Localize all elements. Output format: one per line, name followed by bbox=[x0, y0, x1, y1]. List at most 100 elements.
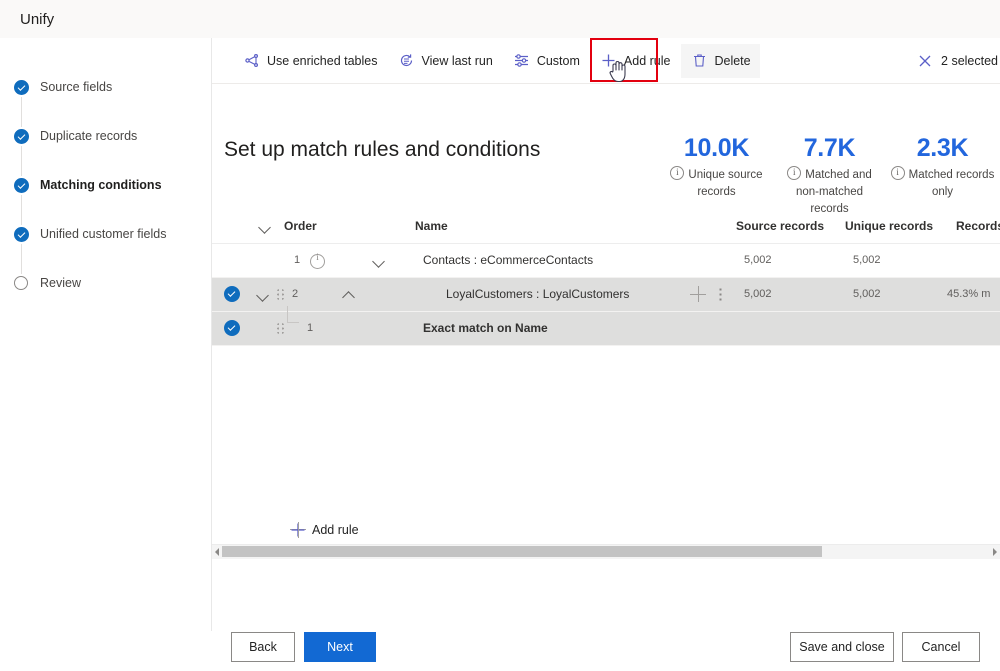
tree-branch-line bbox=[287, 306, 299, 323]
column-header-order[interactable]: Order bbox=[284, 219, 317, 233]
delete-button[interactable]: Delete bbox=[681, 43, 760, 78]
view-last-run-button[interactable]: View last run bbox=[388, 44, 501, 78]
column-header-unique-records[interactable]: Unique records bbox=[845, 219, 933, 233]
row-unique-records: 5,002 bbox=[853, 254, 881, 266]
selection-count[interactable]: 2 selected bbox=[916, 38, 1000, 83]
next-button[interactable]: Next bbox=[304, 632, 376, 662]
move-up-chevron-icon[interactable] bbox=[342, 288, 356, 302]
row-name: LoyalCustomers : LoyalCustomers bbox=[446, 287, 630, 301]
kpi-value: 10.0K bbox=[683, 134, 750, 162]
step-complete-icon bbox=[14, 80, 29, 95]
row-name: Contacts : eCommerceContacts bbox=[423, 253, 594, 267]
wizard-step-label: Source fields bbox=[40, 80, 113, 94]
kpi-value: 2.3K bbox=[916, 134, 969, 162]
row-order: 1 bbox=[307, 322, 314, 334]
command-label: View last run bbox=[421, 53, 493, 68]
history-icon bbox=[397, 52, 415, 70]
kpi-caption: Unique source records bbox=[660, 164, 773, 201]
close-icon[interactable] bbox=[916, 52, 934, 70]
row-checkbox[interactable] bbox=[224, 320, 240, 336]
table-row[interactable]: 2 LoyalCustomers : LoyalCustomers 5,002 … bbox=[212, 278, 1000, 312]
command-label: Custom bbox=[536, 53, 580, 68]
info-icon[interactable] bbox=[310, 252, 325, 269]
command-label: Add rule bbox=[623, 53, 671, 68]
add-rule-command-button[interactable]: Add rule bbox=[591, 44, 680, 78]
scrollbar-thumb[interactable] bbox=[222, 546, 822, 557]
wizard-step-source-fields[interactable]: Source fields bbox=[14, 80, 204, 129]
row-source-records: 5,002 bbox=[744, 254, 772, 266]
row-unique-records: 5,002 bbox=[853, 288, 881, 300]
row-checkbox[interactable] bbox=[224, 286, 240, 302]
sliders-icon bbox=[513, 52, 531, 70]
kpi-matched-and-non-matched-records: 7.7K Matched and non-matched records bbox=[773, 131, 886, 218]
step-connector bbox=[21, 244, 22, 274]
column-header-source-records[interactable]: Source records bbox=[736, 219, 824, 233]
drag-handle[interactable] bbox=[277, 289, 284, 300]
drag-handle[interactable] bbox=[277, 323, 284, 334]
main-pane: Use enriched tables View last run Custom… bbox=[212, 38, 1000, 662]
add-condition-icon[interactable] bbox=[690, 286, 706, 302]
step-connector bbox=[21, 97, 22, 127]
command-bar: Use enriched tables View last run Custom… bbox=[212, 38, 1000, 84]
match-rules-table: Order Name Source records Unique records… bbox=[212, 210, 1000, 559]
table-row[interactable]: 1 Contacts : eCommerceContacts 5,002 5,0… bbox=[212, 244, 1000, 278]
kpi-unique-source-records: 10.0K Unique source records bbox=[660, 131, 773, 218]
selection-count-label: 2 selected bbox=[941, 53, 998, 68]
row-name: Exact match on Name bbox=[423, 321, 548, 335]
app-header: Unify bbox=[0, 0, 1000, 39]
row-records: 45.3% m bbox=[947, 288, 991, 300]
footer-actions: Back Next Save and close Cancel bbox=[212, 613, 1000, 671]
command-label: Delete bbox=[714, 53, 751, 68]
kpi-caption-line2: records bbox=[697, 186, 736, 198]
add-rule-row[interactable]: Add rule bbox=[212, 514, 1000, 545]
mouse-cursor bbox=[608, 60, 628, 84]
row-order: 2 bbox=[292, 288, 299, 300]
app-title: Unify bbox=[20, 10, 55, 28]
column-header-records[interactable]: Records bbox=[956, 219, 1000, 233]
use-enriched-tables-button[interactable]: Use enriched tables bbox=[234, 44, 386, 78]
row-more-menu-icon[interactable] bbox=[719, 288, 722, 301]
table-row[interactable]: 1 Exact match on Name bbox=[212, 306, 1000, 346]
info-icon[interactable] bbox=[890, 164, 905, 181]
row-order: 1 bbox=[294, 254, 301, 266]
custom-button[interactable]: Custom bbox=[504, 44, 589, 78]
plus-icon bbox=[290, 521, 306, 538]
collapse-chevron-icon[interactable] bbox=[256, 288, 270, 302]
info-icon[interactable] bbox=[670, 164, 685, 181]
select-all-chevron-icon[interactable] bbox=[258, 220, 272, 234]
wizard-step-label: Duplicate records bbox=[40, 129, 138, 143]
trash-icon bbox=[690, 52, 708, 70]
wizard-rail: Source fields Duplicate records Matching… bbox=[0, 38, 212, 631]
cancel-button[interactable]: Cancel bbox=[902, 632, 980, 662]
kpi-caption-line1: Matched and bbox=[805, 169, 872, 181]
step-connector bbox=[21, 195, 22, 225]
kpi-matched-records-only: 2.3K Matched records only bbox=[886, 131, 999, 218]
step-connector bbox=[21, 146, 22, 176]
back-button[interactable]: Back bbox=[231, 632, 295, 662]
step-complete-icon bbox=[14, 129, 29, 144]
add-rule-label: Add rule bbox=[312, 522, 359, 537]
wizard-steps: Source fields Duplicate records Matching… bbox=[14, 80, 204, 325]
save-and-close-button[interactable]: Save and close bbox=[790, 632, 894, 662]
scroll-left-arrow-icon[interactable] bbox=[215, 548, 219, 556]
expand-chevron-icon[interactable] bbox=[372, 254, 386, 268]
page-header: Set up match rules and conditions 10.0K … bbox=[212, 83, 1000, 215]
kpi-caption-line1: Matched records bbox=[908, 169, 995, 181]
step-pending-icon bbox=[14, 276, 28, 290]
kpi-caption-line1: Unique source bbox=[688, 169, 763, 181]
info-icon[interactable] bbox=[787, 164, 802, 181]
horizontal-scrollbar[interactable] bbox=[212, 544, 1000, 559]
column-header-name[interactable]: Name bbox=[415, 219, 448, 233]
step-complete-icon bbox=[14, 178, 29, 193]
enriched-tables-icon bbox=[243, 52, 261, 70]
wizard-step-matching-conditions[interactable]: Matching conditions bbox=[14, 178, 204, 227]
wizard-step-duplicate-records[interactable]: Duplicate records bbox=[14, 129, 204, 178]
unify-match-rules-page: Unify Source fields Duplicate records Ma… bbox=[0, 0, 1000, 662]
scroll-right-arrow-icon[interactable] bbox=[993, 548, 997, 556]
command-label: Use enriched tables bbox=[267, 53, 378, 68]
wizard-step-label: Review bbox=[40, 276, 81, 290]
wizard-step-review[interactable]: Review bbox=[14, 276, 204, 325]
row-source-records: 5,002 bbox=[744, 288, 772, 300]
wizard-step-unified-customer-fields[interactable]: Unified customer fields bbox=[14, 227, 204, 276]
wizard-step-label: Matching conditions bbox=[40, 178, 162, 192]
